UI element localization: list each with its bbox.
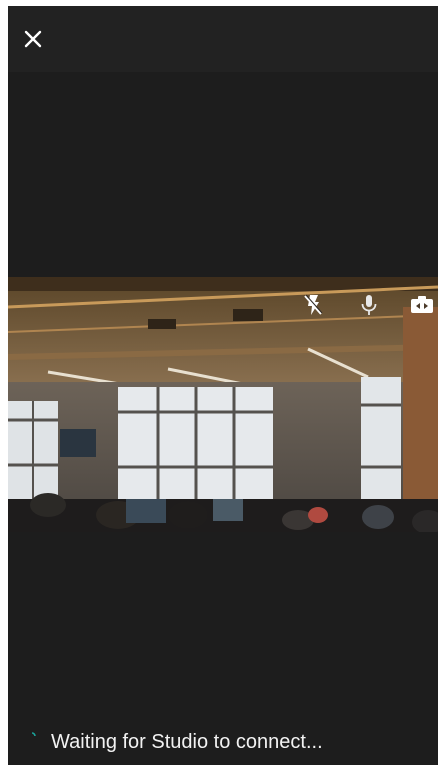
microphone-icon bbox=[361, 295, 377, 315]
switch-camera-button[interactable] bbox=[408, 291, 436, 319]
flash-off-icon bbox=[304, 294, 323, 315]
close-button[interactable] bbox=[18, 24, 48, 54]
flash-toggle-button[interactable] bbox=[299, 291, 327, 319]
close-icon bbox=[24, 30, 42, 48]
top-toolbar bbox=[8, 6, 438, 72]
connection-status: Waiting for Studio to connect... bbox=[8, 724, 438, 760]
loading-spinner-icon bbox=[31, 732, 36, 737]
switch-camera-icon bbox=[411, 296, 433, 313]
camera-preview bbox=[8, 277, 438, 532]
microphone-button[interactable] bbox=[355, 291, 383, 319]
status-message: Waiting for Studio to connect... bbox=[51, 731, 323, 753]
app-screen: Waiting for Studio to connect... bbox=[8, 6, 438, 765]
